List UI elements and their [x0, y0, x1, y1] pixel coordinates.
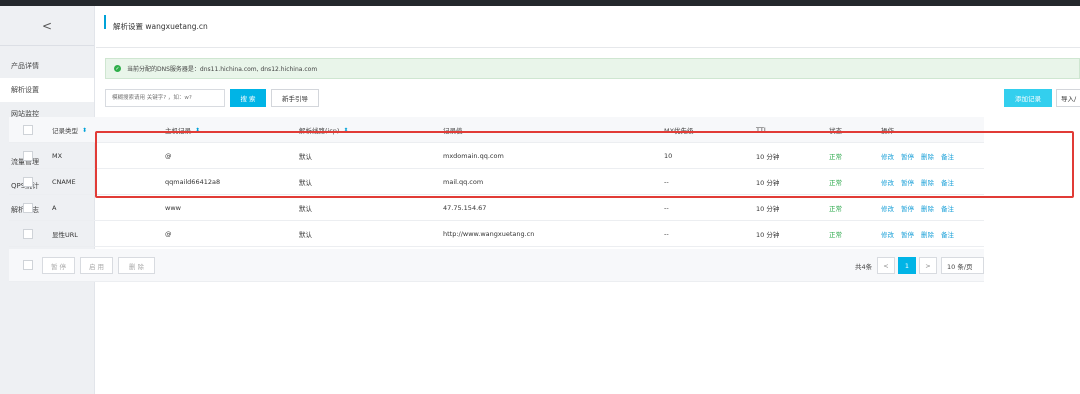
title-accent-bar [104, 15, 106, 29]
page-title: 解析设置 wangxuetang.cn [113, 22, 208, 31]
bulk-delete-button[interactable]: 删 除 [118, 257, 155, 274]
total-count: 共4条 [855, 263, 873, 271]
notice-text: 当前分配的DNS服务器是：dns11.hichina.com, dns12.hi… [127, 66, 318, 73]
cell-line: 默认 [299, 205, 312, 213]
search-button[interactable]: 搜 索 [230, 89, 266, 107]
cell-status: 正常 [829, 231, 842, 239]
next-page-button[interactable]: > [919, 257, 937, 274]
table-row: A www 默认 47.75.154.67 -- 10 分钟 正常 修改 暂停 … [9, 195, 984, 221]
cell-value: http://www.wangxuetang.cn [443, 230, 535, 238]
col-header-type-label: 记录类型 [52, 127, 78, 135]
sort-icon[interactable]: ⬍ [82, 127, 87, 134]
cell-actions: 修改 暂停 删除 备注 [881, 195, 961, 221]
sidebar-item-product-details[interactable]: 产品详情 [0, 54, 94, 78]
row-checkbox[interactable] [23, 203, 33, 213]
edit-link[interactable]: 修改 [881, 203, 894, 213]
bulk-enable-button[interactable]: 启 用 [80, 257, 113, 274]
edit-link[interactable]: 修改 [881, 229, 894, 239]
note-link[interactable]: 备注 [941, 203, 954, 213]
note-link[interactable]: 备注 [941, 229, 954, 239]
page-size-select[interactable]: 10 条/页 [941, 257, 984, 274]
bulk-pause-button[interactable]: 暂 停 [42, 257, 75, 274]
page-header: 解析设置 wangxuetang.cn [96, 6, 1080, 48]
sidebar-item-dns-settings[interactable]: 解析设置 [0, 78, 94, 102]
cell-host: @ [165, 230, 172, 238]
check-circle-icon: ✓ [114, 65, 121, 72]
cell-ttl: 10 分钟 [756, 231, 780, 239]
pause-link[interactable]: 暂停 [901, 229, 914, 239]
page-1-button[interactable]: 1 [898, 257, 916, 274]
row-checkbox[interactable] [23, 151, 33, 161]
cell-mx: -- [664, 230, 669, 238]
col-header-type[interactable]: 记录类型 ⬍ [52, 117, 87, 143]
back-button[interactable]: < [0, 6, 94, 46]
cell-actions: 修改 暂停 删除 备注 [881, 221, 961, 247]
dns-server-notice: ✓ 当前分配的DNS服务器是：dns11.hichina.com, dns12.… [105, 58, 1080, 79]
delete-link[interactable]: 删除 [921, 229, 934, 239]
footer-select-all-checkbox[interactable] [23, 260, 33, 270]
cell-mx: -- [664, 204, 669, 212]
table-row: 显性URL @ 默认 http://www.wangxuetang.cn -- … [9, 221, 984, 247]
cell-status: 正常 [829, 205, 842, 213]
search-input[interactable] [105, 89, 225, 107]
row-checkbox[interactable] [23, 229, 33, 239]
table-footer: 暂 停 启 用 删 除 共4条 < 1 > 10 条/页 [9, 249, 984, 282]
import-button[interactable]: 导入/ [1056, 89, 1080, 107]
row-checkbox[interactable] [23, 177, 33, 187]
cell-type: CNAME [52, 178, 76, 186]
prev-page-button[interactable]: < [877, 257, 895, 274]
cell-type: A [52, 204, 57, 212]
cell-line: 默认 [299, 231, 312, 239]
guide-button[interactable]: 新手引导 [271, 89, 319, 107]
cell-host: www [165, 204, 181, 212]
pause-link[interactable]: 暂停 [901, 203, 914, 213]
highlight-annotation-box [95, 131, 1074, 198]
add-record-button[interactable]: 添加记录 [1004, 89, 1052, 107]
cell-ttl: 10 分钟 [756, 205, 780, 213]
select-all-checkbox[interactable] [23, 125, 33, 135]
delete-link[interactable]: 删除 [921, 203, 934, 213]
cell-type: MX [52, 152, 63, 160]
cell-type: 显性URL [52, 231, 78, 239]
toolbar: 搜 索 新手引导 添加记录 导入/ [105, 88, 1080, 108]
cell-value: 47.75.154.67 [443, 204, 487, 212]
